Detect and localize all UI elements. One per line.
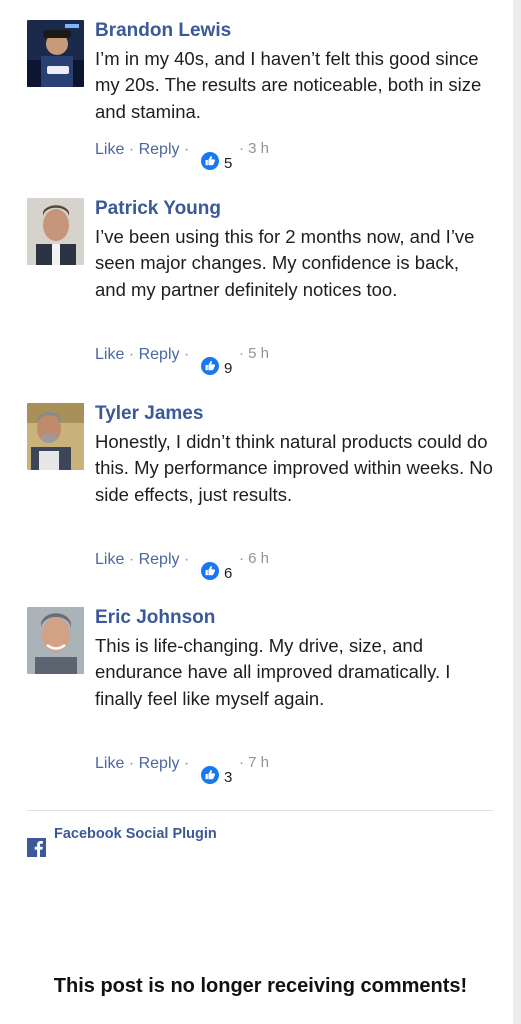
- reply-link[interactable]: Reply: [139, 346, 180, 363]
- comment-author[interactable]: Eric Johnson: [95, 607, 215, 629]
- facebook-logo-icon[interactable]: [27, 838, 46, 857]
- like-link[interactable]: Like: [95, 346, 124, 363]
- divider: [27, 810, 493, 811]
- time-text: 3 h: [248, 140, 270, 157]
- avatar[interactable]: [27, 607, 84, 674]
- separator: ·: [183, 141, 190, 158]
- separator: ·: [128, 755, 139, 772]
- avatar[interactable]: [27, 403, 84, 470]
- time-text: 7 h: [248, 754, 270, 771]
- comment-text: This is life-changing. My drive, size, a…: [95, 635, 451, 709]
- avatar[interactable]: [27, 198, 84, 265]
- comment-actions: Like · Reply ·: [95, 346, 189, 364]
- avatar[interactable]: [27, 20, 84, 87]
- time-text: 6 h: [248, 550, 270, 567]
- separator: ·: [239, 550, 249, 567]
- comment-timestamp[interactable]: · 6 h: [239, 551, 269, 567]
- like-link[interactable]: Like: [95, 551, 124, 568]
- like-count: 9: [224, 360, 233, 377]
- separator: ·: [239, 140, 249, 157]
- comment-author[interactable]: Tyler James: [95, 403, 203, 425]
- separator: ·: [239, 754, 249, 771]
- like-thumb-icon: [201, 152, 219, 170]
- comment-timestamp[interactable]: · 7 h: [239, 755, 269, 771]
- separator: ·: [239, 345, 249, 362]
- comments-closed-message: This post is no longer receiving comment…: [53, 975, 468, 997]
- separator: ·: [128, 551, 139, 568]
- comment-timestamp[interactable]: · 3 h: [239, 141, 269, 157]
- comment-text: I’ve been using this for 2 months now, a…: [95, 226, 475, 300]
- time-text: 5 h: [248, 345, 270, 362]
- comment-actions: Like · Reply ·: [95, 551, 189, 569]
- reply-link[interactable]: Reply: [139, 551, 180, 568]
- separator: ·: [128, 346, 139, 363]
- comment-timestamp[interactable]: · 5 h: [239, 346, 269, 362]
- separator: ·: [183, 346, 190, 363]
- reply-link[interactable]: Reply: [139, 755, 180, 772]
- like-link[interactable]: Like: [95, 755, 124, 772]
- like-count: 6: [224, 565, 233, 582]
- separator: ·: [128, 141, 139, 158]
- like-thumb-icon: [201, 562, 219, 580]
- like-thumb-icon: [201, 357, 219, 375]
- comment-text: Honestly, I didn’t think natural product…: [95, 431, 493, 505]
- facebook-social-plugin-link[interactable]: Facebook Social Plugin: [54, 826, 217, 842]
- comments-plugin: Brandon Lewis I’m in my 40s, and I haven…: [0, 0, 513, 1024]
- like-link[interactable]: Like: [95, 141, 124, 158]
- like-count: 3: [224, 769, 233, 786]
- reply-link[interactable]: Reply: [139, 141, 180, 158]
- separator: ·: [183, 551, 190, 568]
- comment-author[interactable]: Patrick Young: [95, 198, 221, 220]
- comment-author[interactable]: Brandon Lewis: [95, 20, 231, 42]
- comment-actions: Like · Reply ·: [95, 755, 189, 773]
- like-count: 5: [224, 155, 233, 172]
- separator: ·: [183, 755, 190, 772]
- comment-actions: Like · Reply ·: [95, 141, 189, 159]
- like-thumb-icon: [201, 766, 219, 784]
- comment-text: I’m in my 40s, and I haven’t felt this g…: [95, 48, 482, 122]
